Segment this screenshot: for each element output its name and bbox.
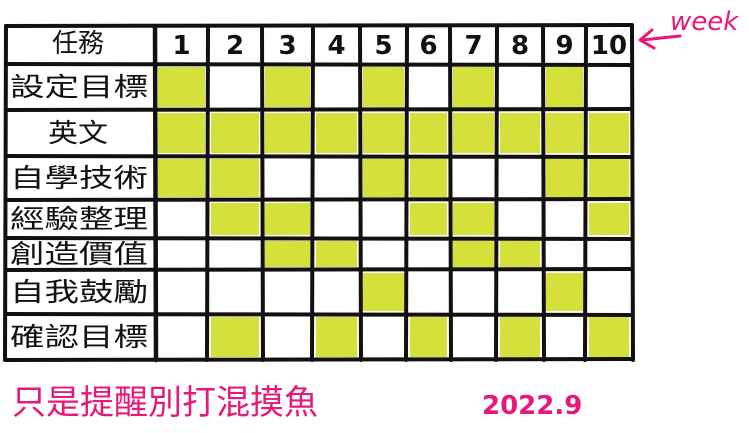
- grid-column-line: [358, 24, 363, 362]
- grid-row-line: [4, 236, 634, 241]
- grid-row-line: [4, 312, 634, 317]
- filled-cell: [211, 113, 259, 153]
- week-annotation-label: week: [670, 7, 739, 37]
- filled-cell: [500, 317, 540, 357]
- week-number-1: 1: [172, 31, 190, 61]
- filled-cell: [589, 159, 629, 197]
- grid-column-line: [448, 24, 453, 362]
- week-number-4: 4: [327, 31, 345, 61]
- filled-cell: [453, 203, 494, 235]
- grid-column-line: [404, 24, 409, 362]
- week-number-2: 2: [226, 31, 244, 61]
- grid-column-line: [260, 24, 265, 362]
- week-number-5: 5: [374, 31, 392, 61]
- week-header-row: 1 2 3 4 5 6 7 8 9 10: [172, 31, 627, 61]
- week-number-7: 7: [464, 31, 482, 61]
- filled-cell: [546, 159, 583, 197]
- filled-cell: [316, 317, 357, 357]
- week-number-6: 6: [419, 31, 437, 61]
- grid-column-line: [3, 24, 8, 362]
- filled-cell: [363, 113, 404, 153]
- grid-row-line: [4, 357, 634, 362]
- grid-column-line: [310, 24, 315, 362]
- filled-cell: [363, 273, 404, 311]
- week-number-3: 3: [278, 31, 296, 61]
- filled-cell: [453, 113, 494, 153]
- filled-cell: [158, 113, 205, 153]
- grid-row-line: [4, 107, 634, 112]
- week-number-8: 8: [511, 31, 529, 61]
- filled-cell: [546, 113, 583, 153]
- filled-cell: [363, 159, 404, 197]
- footer-date: 2022.9: [482, 391, 582, 421]
- filled-cell: [363, 67, 404, 107]
- filled-cell: [410, 317, 447, 357]
- filled-cell: [265, 67, 310, 107]
- task-label-column: 設定目標英文自學技術經驗整理創造價值自我鼓勵確認目標: [10, 73, 148, 353]
- filled-cell: [453, 67, 494, 107]
- filled-cell: [158, 67, 205, 107]
- filled-cell: [316, 113, 357, 153]
- filled-cell: [589, 203, 629, 235]
- filled-cell: [158, 159, 205, 197]
- task-label: 設定目標: [10, 73, 148, 103]
- schedule-grid: 任務 1 2 3 4 5 6 7 8 9 10 設定目標英文自學技術經驗整理創造價值自我鼓勵確認目…: [3, 7, 739, 423]
- footer-note: 只是提醒別打混摸魚: [12, 383, 318, 423]
- filled-cell: [211, 159, 259, 197]
- filled-cell: [410, 159, 447, 197]
- grid-column-line: [630, 24, 635, 362]
- filled-cell: [500, 113, 540, 153]
- filled-cell: [265, 241, 310, 267]
- grid-row-line: [4, 154, 634, 159]
- grid-row-line: [4, 62, 634, 67]
- grid-column-line: [541, 24, 546, 362]
- task-label: 自學技術: [10, 164, 148, 194]
- filled-cell: [589, 113, 629, 153]
- filled-cell: [211, 317, 259, 357]
- filled-cell: [410, 113, 447, 153]
- grid-column-line: [205, 24, 210, 362]
- filled-cell: [265, 203, 310, 235]
- filled-cell: [211, 203, 259, 235]
- grid-column-line: [152, 23, 159, 363]
- task-column-header: 任務: [52, 29, 104, 59]
- task-label: 英文: [48, 119, 108, 149]
- filled-cell: [453, 241, 494, 267]
- filled-cell: [589, 317, 629, 357]
- grid-column-line: [583, 24, 588, 362]
- filled-cell: [410, 203, 447, 235]
- grid-column-line: [494, 24, 499, 362]
- grid-row-line: [4, 197, 634, 202]
- filled-cell: [546, 67, 583, 107]
- filled-cell: [500, 241, 540, 267]
- week-number-10: 10: [591, 31, 627, 61]
- filled-cell: [316, 241, 357, 267]
- filled-cell: [546, 273, 583, 311]
- week-arrow-annotation: week: [638, 7, 739, 50]
- task-label: 自我鼓勵: [10, 278, 148, 308]
- task-label: 經驗整理: [10, 205, 148, 235]
- week-number-9: 9: [555, 31, 573, 61]
- filled-cell: [265, 113, 310, 153]
- task-label: 確認目標: [10, 323, 148, 353]
- task-label: 創造價值: [10, 240, 148, 270]
- grid-row-line: [4, 23, 634, 28]
